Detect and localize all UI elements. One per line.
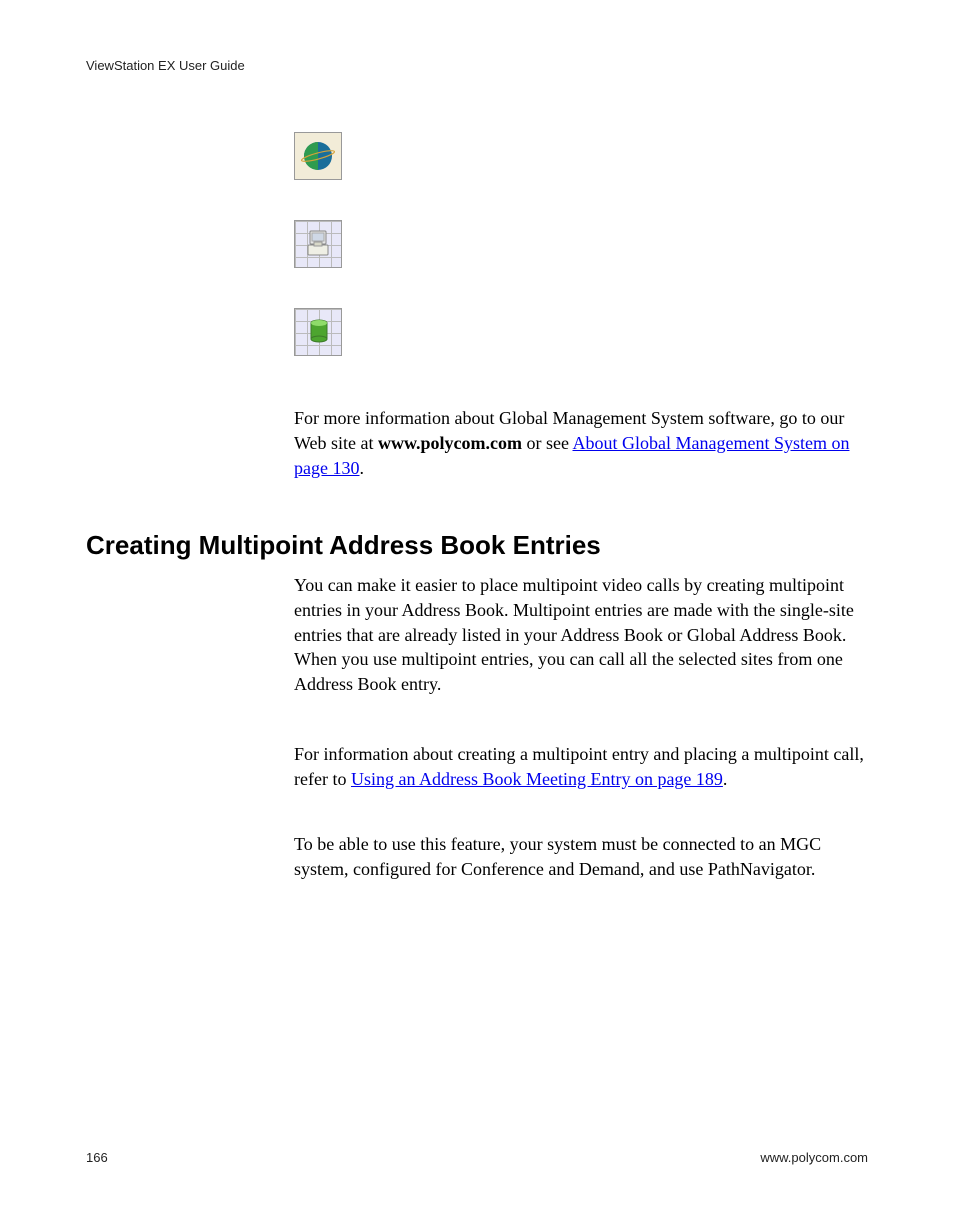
text: .: [723, 769, 728, 789]
paragraph-gms-info: For more information about Global Manage…: [294, 406, 870, 480]
bold-url: www.polycom.com: [378, 433, 522, 453]
paragraph-intro: You can make it easier to place multipoi…: [294, 573, 870, 697]
text: or see: [522, 433, 572, 453]
globe-icon: [294, 132, 342, 180]
icon-column: [294, 132, 342, 356]
running-header: ViewStation EX User Guide: [86, 58, 245, 73]
paragraph-requirements: To be able to use this feature, your sys…: [294, 832, 870, 882]
footer-url: www.polycom.com: [760, 1150, 868, 1165]
link-meeting-entry[interactable]: Using an Address Book Meeting Entry on p…: [351, 769, 723, 789]
paragraph-info: For information about creating a multipo…: [294, 742, 870, 792]
section-heading: Creating Multipoint Address Book Entries: [86, 530, 601, 561]
cylinder-icon: [294, 308, 342, 356]
page-number: 166: [86, 1150, 108, 1165]
text: .: [359, 458, 364, 478]
computer-icon: [294, 220, 342, 268]
